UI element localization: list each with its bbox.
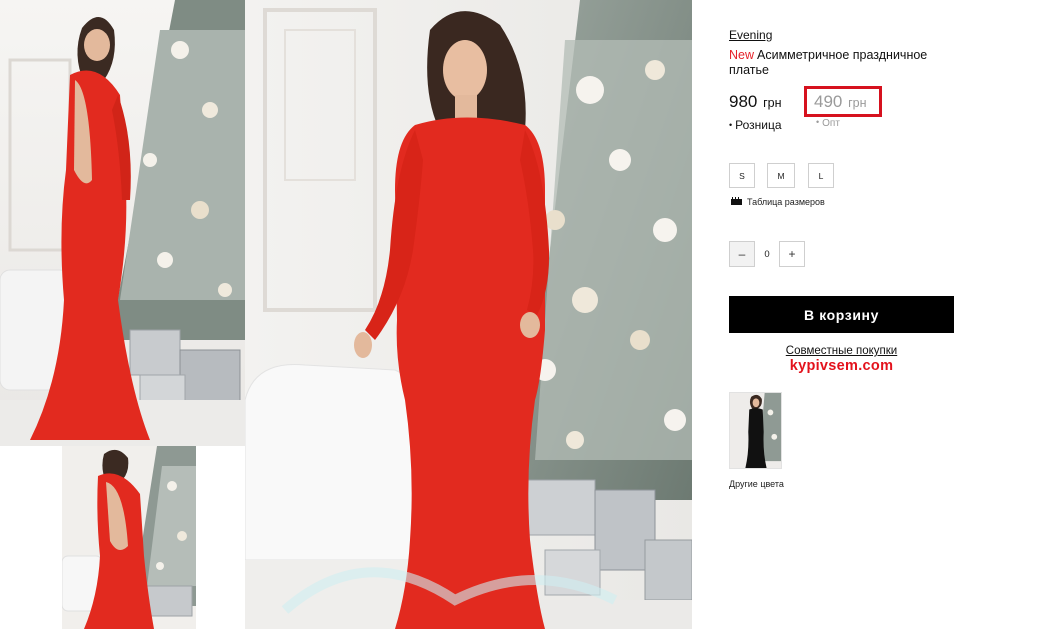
opt-price: 490 грн (814, 92, 867, 112)
opt-price-label: Опт (816, 118, 840, 129)
main-photo-image (245, 0, 692, 629)
quantity-increase-button[interactable]: + (779, 241, 805, 267)
other-color-image (730, 393, 781, 468)
product-photo-back-small[interactable] (62, 446, 196, 629)
product-title-text: Асимметричное праздничное платье (729, 48, 928, 77)
size-table-link[interactable]: Таблица размеров (731, 197, 825, 207)
add-to-cart-button[interactable]: В корзину (729, 296, 954, 333)
opt-price-value: 490 (814, 92, 843, 111)
quantity-decrease-button[interactable]: – (729, 241, 755, 267)
photo-back-small-image (62, 446, 196, 629)
retail-price-currency: грн (763, 96, 782, 110)
retail-price-label: Розница (729, 118, 781, 132)
retail-price: 980 грн (729, 92, 782, 112)
quantity-input[interactable]: 0 (755, 241, 779, 267)
size-option-l[interactable]: L (808, 163, 834, 188)
joint-purchase-site-logo[interactable]: kypivsem.com (729, 358, 954, 374)
size-table-label: Таблица размеров (747, 197, 825, 207)
product-title: New Асимметричное праздничное платье (729, 48, 959, 78)
brand-link[interactable]: Evening (729, 28, 772, 42)
other-colors-label: Другие цвета (729, 479, 784, 489)
ruler-icon (731, 197, 742, 205)
minus-icon: – (738, 247, 746, 261)
product-main-photo[interactable] (245, 0, 692, 629)
new-badge: New (729, 48, 755, 62)
size-option-m[interactable]: M (767, 163, 795, 188)
retail-price-value: 980 (729, 92, 758, 111)
photo-back-image (0, 0, 245, 446)
opt-price-currency: грн (848, 96, 867, 110)
joint-purchase-block: Совместные покупки kypivsem.com (729, 345, 954, 374)
size-option-s[interactable]: S (729, 163, 755, 188)
other-color-swatch-black[interactable] (729, 392, 782, 469)
joint-purchase-link[interactable]: Совместные покупки (729, 345, 954, 357)
product-photo-back[interactable] (0, 0, 245, 446)
plus-icon: + (788, 247, 796, 261)
